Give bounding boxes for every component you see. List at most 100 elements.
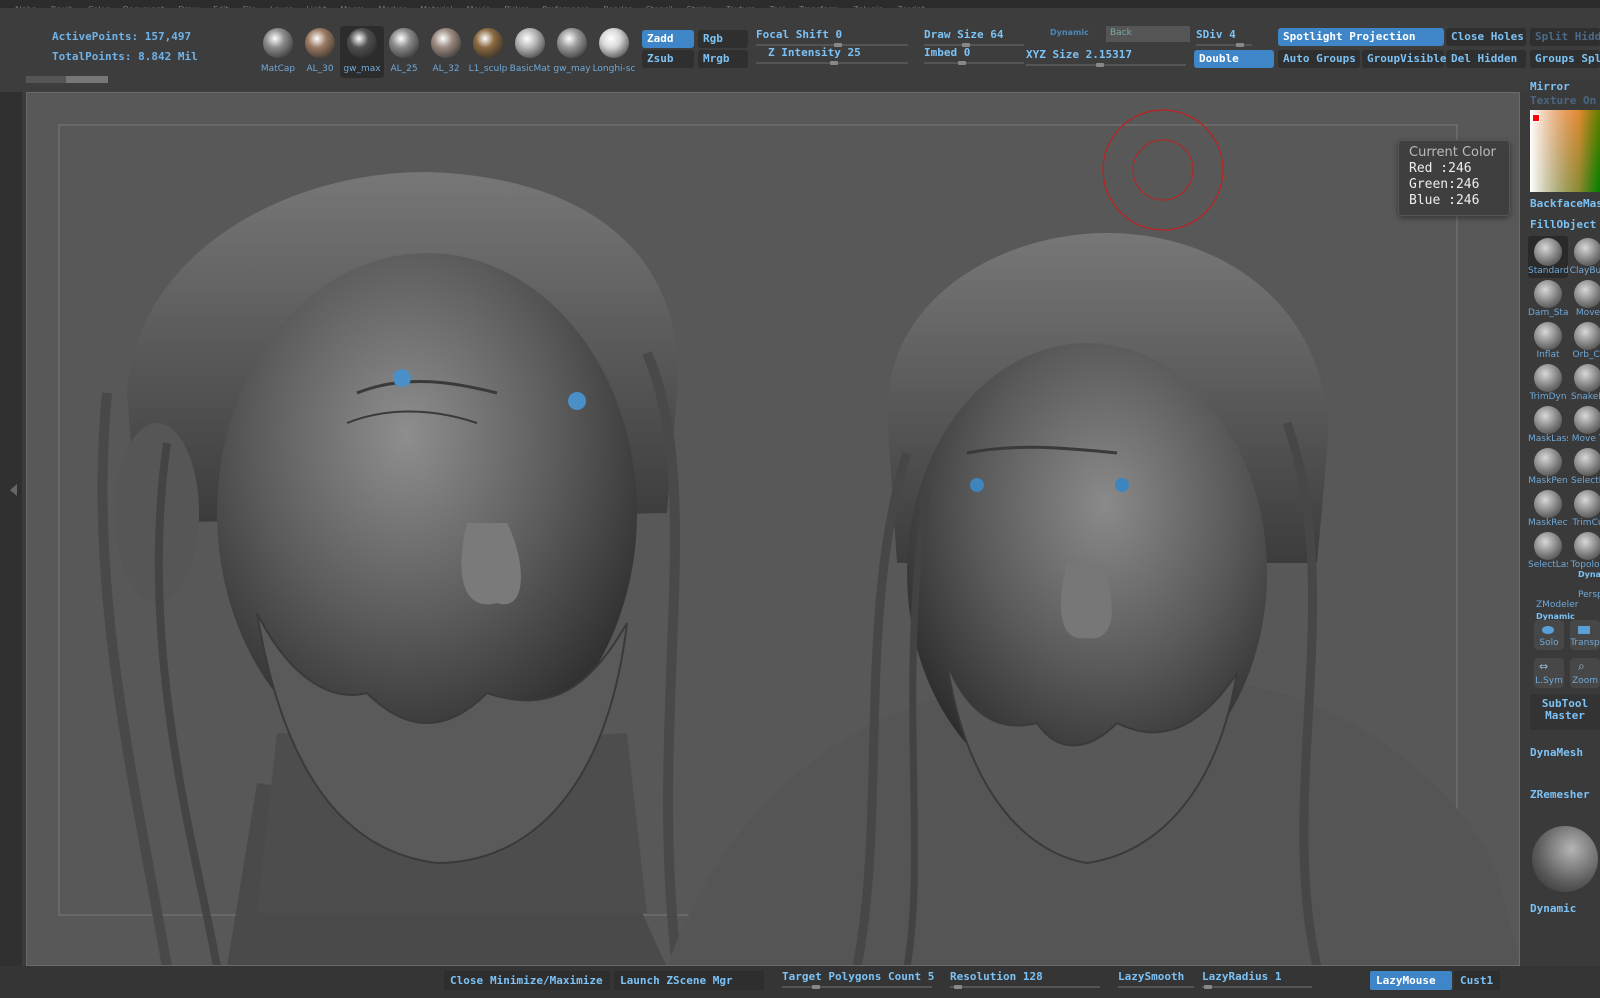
sdiv-knob[interactable]	[1236, 43, 1244, 47]
backface-mask-button[interactable]: BackfaceMas	[1530, 197, 1600, 210]
brush-slot[interactable]: TrimDyn	[1528, 362, 1568, 404]
close-holes-button[interactable]: Close Holes	[1446, 28, 1526, 46]
material-swatch[interactable]: BasicMat	[508, 26, 552, 78]
brush-label: Orb_Cr	[1572, 350, 1600, 360]
brush-icon	[1534, 406, 1562, 434]
split-hidden-button[interactable]: Split Hidden	[1530, 28, 1600, 46]
zoom-label: Zoom	[1572, 676, 1598, 686]
minimize-maximize-button[interactable]: Minimize/Maximize	[484, 971, 610, 990]
solo-label: Solo	[1539, 638, 1559, 648]
rgb-button[interactable]: Rgb	[698, 30, 748, 48]
lazy-radius-slider[interactable]: LazyRadius 1	[1202, 970, 1281, 983]
zadd-button[interactable]: Zadd	[642, 30, 694, 48]
zsub-button[interactable]: Zsub	[642, 50, 694, 68]
texture-on-button[interactable]: Texture On	[1530, 94, 1596, 107]
tray-collapse-icon[interactable]	[10, 484, 17, 496]
mirror-button[interactable]: Mirror	[1530, 80, 1570, 93]
brush-slot[interactable]: Move T	[1568, 404, 1600, 446]
brush-slot[interactable]: SnakeH	[1568, 362, 1600, 404]
material-swatch[interactable]: gw_may	[550, 26, 594, 78]
brush-slot[interactable]: Topolog	[1568, 530, 1600, 572]
dynamic-bottom-button[interactable]: Dynamic	[1530, 902, 1576, 915]
auto-groups-button[interactable]: Auto Groups	[1278, 50, 1360, 68]
canvas-viewport[interactable]	[26, 92, 1520, 966]
material-swatch[interactable]: AL_30	[298, 26, 342, 78]
brush-slot[interactable]: SelectLas	[1528, 530, 1568, 572]
material-swatch[interactable]: L1_sculp	[466, 26, 510, 78]
brush-label: SelectLas	[1528, 560, 1568, 570]
spotlight-projection-button[interactable]: Spotlight Projection	[1278, 28, 1444, 46]
material-swatch[interactable]: Longhi-sc	[592, 26, 636, 78]
cust1-button[interactable]: Cust1	[1454, 971, 1500, 990]
brush-slot[interactable]: Move	[1568, 278, 1600, 320]
focal-shift-slider[interactable]: Focal Shift 0	[756, 28, 842, 41]
draw-size-slider[interactable]: Draw Size 64	[924, 28, 1003, 41]
color-picker-square[interactable]	[1530, 110, 1600, 192]
sdiv-slider[interactable]: SDiv 4	[1196, 28, 1236, 41]
target-polygons-track[interactable]	[782, 986, 932, 988]
material-swatch[interactable]: gw_max	[340, 26, 384, 78]
dynamesh-button[interactable]: DynaMesh	[1530, 746, 1583, 759]
lazy-smooth-slider[interactable]: LazySmooth	[1118, 970, 1184, 983]
imbed-track[interactable]	[924, 62, 1024, 64]
brush-icon	[1534, 364, 1562, 392]
material-label: MatCap	[260, 64, 296, 74]
del-hidden-button[interactable]: Del Hidden	[1446, 50, 1526, 68]
color-picker-marker[interactable]	[1532, 114, 1540, 122]
target-polygons-knob[interactable]	[812, 985, 820, 989]
z-intensity-knob[interactable]	[830, 61, 838, 65]
imbed-knob[interactable]	[958, 61, 966, 65]
brush-slot[interactable]: MaskPen	[1528, 446, 1568, 488]
back-button[interactable]: Back	[1106, 26, 1190, 42]
group-visible-button[interactable]: GroupVisible	[1362, 50, 1446, 68]
material-preview-sphere[interactable]	[1532, 826, 1598, 892]
lazy-radius-track[interactable]	[1202, 986, 1312, 988]
launch-zscene-button[interactable]: Launch ZScene Mgr	[614, 971, 764, 990]
xyz-size-knob[interactable]	[1096, 63, 1104, 67]
resolution-slider[interactable]: Resolution 128	[950, 970, 1043, 983]
right-eye-icon	[1115, 478, 1129, 492]
brush-palette: StandardClayBuil Dam_Sta Move Inflat Orb_Cr T…	[1528, 236, 1600, 596]
brush-slot[interactable]: Inflat	[1528, 320, 1568, 362]
lsym-button[interactable]: ⇔ L.Sym	[1534, 658, 1564, 688]
brush-slot[interactable]: SelectR	[1568, 446, 1600, 488]
z-intensity-slider[interactable]: Z Intensity 25	[768, 46, 861, 59]
brush-slot[interactable]: MaskRect	[1528, 488, 1568, 530]
xyz-size-slider[interactable]: XYZ Size 2.15317	[1026, 48, 1132, 61]
brush-slot[interactable]: Orb_Cr	[1568, 320, 1600, 362]
zremesher-button[interactable]: ZRemesher	[1530, 788, 1590, 801]
brush-slot[interactable]: ClayBuil	[1568, 236, 1600, 278]
dynamic-persp-label[interactable]: Dynami	[1578, 570, 1600, 579]
target-polygons-slider[interactable]: Target Polygons Count 5	[782, 970, 934, 983]
brush-icon	[1534, 238, 1562, 266]
lazy-mouse-button[interactable]: LazyMouse	[1370, 971, 1452, 990]
material-swatch[interactable]: AL_32	[424, 26, 468, 78]
material-sphere-icon	[599, 28, 629, 58]
zmodeler-brush-label[interactable]: ZModeler	[1536, 600, 1578, 610]
brush-slot[interactable]: Dam_Sta	[1528, 278, 1568, 320]
transp-button[interactable]: Transp	[1570, 620, 1600, 650]
groups-split-button[interactable]: Groups Split	[1530, 50, 1600, 68]
subtool-master-label-1: SubTool	[1541, 697, 1589, 710]
brush-slot[interactable]: TrimCu	[1568, 488, 1600, 530]
fill-object-button[interactable]: FillObject	[1530, 218, 1596, 231]
mrgb-button[interactable]: Mrgb	[698, 50, 748, 68]
material-swatch[interactable]: MatCap	[256, 26, 300, 78]
imbed-slider[interactable]: Imbed 0	[924, 46, 970, 59]
lazy-smooth-track[interactable]	[1118, 986, 1194, 988]
resolution-knob[interactable]	[954, 985, 962, 989]
solo-button[interactable]: Solo	[1534, 620, 1564, 650]
lazy-radius-knob[interactable]	[1204, 985, 1212, 989]
resolution-track[interactable]	[950, 986, 1100, 988]
brush-label: MaskLass	[1528, 434, 1568, 444]
brush-slot[interactable]: MaskLass	[1528, 404, 1568, 446]
close-button[interactable]: Close	[444, 971, 490, 990]
subtool-master-button[interactable]: SubTool Master	[1530, 694, 1600, 730]
material-swatch[interactable]: AL_25	[382, 26, 426, 78]
brush-slot[interactable]: Standard	[1528, 236, 1568, 278]
xyz-size-track[interactable]	[1026, 64, 1186, 66]
double-button[interactable]: Double	[1194, 50, 1274, 68]
dynamic-toggle[interactable]: Dynamic	[1050, 28, 1089, 37]
persp-button[interactable]: Persp	[1578, 590, 1600, 600]
zoom-button[interactable]: ⌕ Zoom	[1570, 658, 1600, 688]
